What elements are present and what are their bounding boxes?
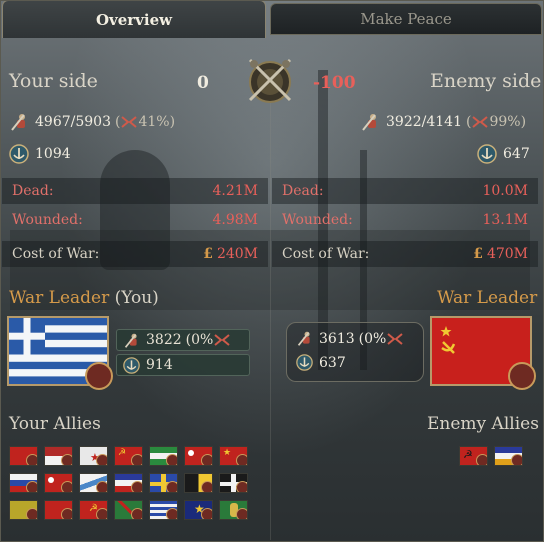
tab-overview[interactable]: Overview <box>2 0 266 38</box>
pound-icon: £ <box>473 246 483 262</box>
enemy-dead-value: 10.0M <box>482 183 528 199</box>
your-cost-row: Cost of War: £240M <box>2 241 268 267</box>
your-war-leader-title: War Leader (You) <box>9 288 159 308</box>
your-dead-row: Dead: 4.21M <box>2 178 268 204</box>
your-leader-navy-value: 914 <box>146 357 173 373</box>
war-overview-window: Overview Make Peace Your side 0 -100 Ene… <box>0 0 544 542</box>
anchor-icon <box>9 144 29 164</box>
anchor-icon <box>477 144 497 164</box>
dead-label: Dead: <box>12 183 54 199</box>
soldier-icon <box>362 114 376 131</box>
cost-label: Cost of War: <box>12 246 100 262</box>
your-army-morale: 41% <box>138 114 170 130</box>
ally-flag[interactable]: ★ <box>79 446 108 466</box>
ally-flag[interactable] <box>219 500 248 520</box>
enemy-leader-army-pct: (0% <box>358 330 387 347</box>
war-leader-label: War Leader <box>9 288 110 308</box>
enemy-leader-navy: 637 <box>296 354 346 371</box>
ally-flag[interactable] <box>79 473 108 493</box>
war-participant-badge-icon <box>85 362 113 390</box>
enemy-wounded-row: Wounded: 13.1M <box>272 207 538 233</box>
morale-icon <box>121 116 138 128</box>
morale-icon <box>214 334 230 346</box>
enemy-allies-title: Enemy Allies <box>427 414 539 434</box>
your-side-title: Your side <box>9 70 98 92</box>
ally-flag[interactable] <box>149 473 178 493</box>
ally-flag[interactable] <box>219 473 248 493</box>
morale-icon <box>387 332 403 345</box>
ally-flag[interactable]: ☭ <box>114 446 143 466</box>
ally-flag[interactable] <box>184 446 213 466</box>
ally-flag[interactable] <box>44 500 73 520</box>
your-side-score: 0 <box>197 73 209 93</box>
war-participant-badge-icon <box>508 362 536 390</box>
ally-flag[interactable]: ☭ <box>79 500 108 520</box>
soldier-icon <box>11 114 25 131</box>
side-divider <box>270 100 271 540</box>
soldier-icon <box>124 333 137 348</box>
wounded-label: Wounded: <box>12 212 83 228</box>
dead-label: Dead: <box>282 183 324 199</box>
war-emblem-icon <box>248 58 292 103</box>
ally-flag[interactable]: ★ <box>184 500 213 520</box>
enemy-leader-navy-value: 637 <box>319 354 346 371</box>
your-wounded-value: 4.98M <box>212 212 258 228</box>
tab-make-peace[interactable]: Make Peace <box>270 3 542 35</box>
your-leader-flag[interactable] <box>7 316 113 390</box>
enemy-leader-army: 3613 (0% <box>296 330 404 347</box>
your-allies-title: Your Allies <box>9 414 101 434</box>
your-leader-army-pct: (0% <box>185 332 214 348</box>
enemy-dead-row: Dead: 10.0M <box>272 178 538 204</box>
enemy-army-morale: 99%) <box>489 114 527 130</box>
your-dead-value: 4.21M <box>212 183 258 199</box>
your-leader-navy: 914 <box>116 354 250 376</box>
your-leader-army-value: 3822 <box>146 332 182 348</box>
enemy-cost-value: 470M <box>486 246 528 262</box>
ally-flag[interactable] <box>9 500 38 520</box>
enemy-war-leader-title: War Leader <box>437 288 538 308</box>
your-cost-value: 240M <box>216 246 258 262</box>
cost-label: Cost of War: <box>282 246 370 262</box>
ally-flag[interactable] <box>149 446 178 466</box>
your-navy-strength: 1094 <box>9 144 71 164</box>
enemy-side-score: -100 <box>313 73 356 93</box>
ally-flag[interactable] <box>9 446 38 466</box>
your-leader-army: 3822 (0% <box>116 329 250 351</box>
ally-flag[interactable] <box>114 500 143 520</box>
your-army-value: 4967/5903 <box>35 114 111 130</box>
enemy-cost-row: Cost of War: £470M <box>272 241 538 267</box>
enemy-army-strength: 3922/4141 ( 99%) <box>360 112 526 132</box>
you-label: (You) <box>114 288 159 308</box>
enemy-army-value: 3922/4141 <box>386 114 462 130</box>
ally-flag[interactable] <box>44 446 73 466</box>
ally-flag[interactable] <box>149 500 178 520</box>
enemy-ally-flag[interactable] <box>494 446 523 466</box>
ally-flag[interactable] <box>9 473 38 493</box>
enemy-wounded-value: 13.1M <box>482 212 528 228</box>
wounded-label: Wounded: <box>282 212 353 228</box>
enemy-navy-strength: 647 <box>477 144 530 164</box>
your-navy-value: 1094 <box>35 146 71 162</box>
pound-icon: £ <box>203 246 213 262</box>
ally-flag[interactable] <box>114 473 143 493</box>
anchor-icon <box>296 354 313 371</box>
enemy-leader-flag[interactable] <box>430 316 536 390</box>
your-wounded-row: Wounded: 4.98M <box>2 207 268 233</box>
enemy-side-title: Enemy side <box>430 70 542 92</box>
enemy-ally-flag[interactable]: ☭ <box>459 446 488 466</box>
ally-flag[interactable]: ★ <box>219 446 248 466</box>
your-army-strength: 4967/5903 ( 41% ) <box>9 112 175 132</box>
enemy-leader-army-value: 3613 <box>319 330 355 347</box>
morale-icon <box>472 116 489 128</box>
soldier-icon <box>297 331 310 346</box>
ally-flag[interactable] <box>44 473 73 493</box>
ally-flag[interactable] <box>184 473 213 493</box>
enemy-navy-value: 647 <box>503 146 530 162</box>
anchor-icon <box>123 356 140 374</box>
